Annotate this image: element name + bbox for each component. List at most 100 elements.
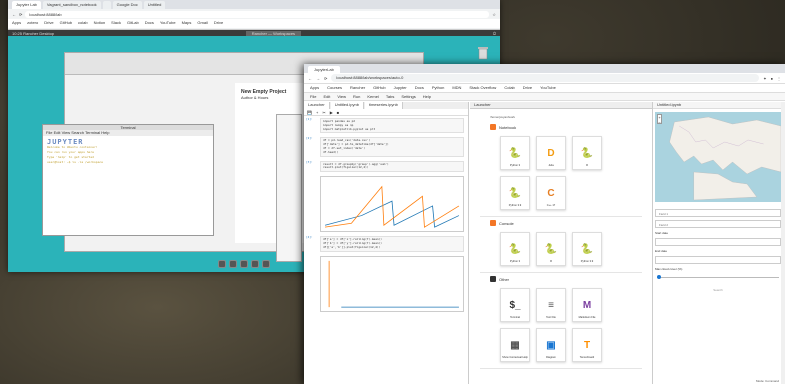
terminal-body[interactable]: JUPYTER Welcome to Ubuntu container! You … bbox=[43, 136, 213, 169]
menu-item-tabs[interactable]: Tabs bbox=[386, 94, 394, 99]
notebook-file-tab[interactable]: Untitled.ipynb bbox=[330, 102, 364, 109]
profile-icon[interactable]: ● bbox=[771, 76, 773, 81]
cell-code[interactable]: df['a'] = df['x'].rolling(7).mean() df['… bbox=[320, 236, 464, 252]
back-tab[interactable] bbox=[102, 1, 111, 9]
menu-item-view[interactable]: View bbox=[337, 94, 346, 99]
bookmark-item[interactable]: Rancher bbox=[350, 85, 365, 91]
notebook-file-tab[interactable]: timeseries.ipynb bbox=[364, 102, 403, 109]
bookmark-item[interactable]: Drive bbox=[523, 85, 532, 91]
back-bookmark[interactable]: Notion bbox=[94, 20, 106, 27]
notebook-cell[interactable]: [2]: df = pd.read_csv('data.csv') df['dat… bbox=[304, 135, 468, 158]
terminal-menu-item[interactable]: Search bbox=[71, 130, 85, 135]
terminal-menu-item[interactable]: Edit bbox=[54, 130, 62, 135]
url-input[interactable]: localhost:8888/lab/workspaces/auto-0 bbox=[331, 74, 760, 82]
launcher-card[interactable]: ▦ Show Contextual Help bbox=[500, 328, 530, 362]
back-arrow-icon[interactable]: ← bbox=[308, 76, 312, 81]
launcher-card[interactable]: 🐍 Python 3 bbox=[500, 232, 530, 266]
launcher-card[interactable]: 🐍 Python 3.9 bbox=[500, 176, 530, 210]
bookmark-item[interactable]: GitHub bbox=[373, 85, 385, 91]
launcher-card[interactable]: 🐍 R bbox=[572, 136, 602, 170]
back-bookmark[interactable]: Gmail bbox=[197, 20, 207, 27]
trash-icon[interactable] bbox=[478, 46, 488, 60]
launcher-card[interactable]: ≡ Text File bbox=[536, 288, 566, 322]
back-star-icon[interactable]: ☆ bbox=[492, 12, 496, 17]
back-reload-icon[interactable]: ⟳ bbox=[19, 12, 22, 17]
bookmark-item[interactable]: Docs bbox=[415, 85, 424, 91]
bookmark-item[interactable]: Python bbox=[432, 85, 444, 91]
back-bookmark[interactable]: GitLab bbox=[127, 20, 139, 27]
back-back-icon[interactable]: ← bbox=[12, 12, 16, 17]
start-date-input[interactable] bbox=[655, 238, 781, 246]
cell-code[interactable]: import pandas as pd import numpy as np i… bbox=[320, 118, 464, 134]
bookmark-item[interactable]: Jupyter bbox=[394, 85, 407, 91]
cell-code[interactable]: result = df.groupby('group').agg('sum') … bbox=[320, 160, 464, 173]
vnc-power-icon[interactable]: ⏻ bbox=[493, 31, 496, 36]
search-button[interactable]: Search bbox=[698, 287, 738, 294]
launcher-card[interactable]: T Tensorboard bbox=[572, 328, 602, 362]
back-bookmark[interactable]: colab bbox=[78, 20, 88, 27]
bookmark-item[interactable]: Apps bbox=[310, 85, 319, 91]
launcher-card[interactable]: $_ Terminal bbox=[500, 288, 530, 322]
notebook-file-tab[interactable]: Launcher bbox=[304, 102, 330, 109]
launcher-card[interactable]: D Julia bbox=[536, 136, 566, 170]
slider-knob[interactable] bbox=[657, 275, 661, 279]
terminal-menu-item[interactable]: Terminal bbox=[85, 130, 101, 135]
run-icon[interactable]: ▶ bbox=[330, 110, 333, 115]
back-bookmark[interactable]: Drive bbox=[44, 20, 53, 27]
notebook-cell[interactable]: [3]: result = df.groupby('group').agg('su… bbox=[304, 159, 468, 175]
cloud-cover-slider[interactable] bbox=[657, 275, 779, 279]
back-bookmark[interactable]: GitHub bbox=[60, 20, 72, 27]
launcher-card[interactable]: 🐍 Python 3.9 bbox=[572, 232, 602, 266]
map-view[interactable]: + − bbox=[655, 112, 781, 202]
dock-files-icon[interactable] bbox=[218, 260, 226, 268]
bookmark-item[interactable]: MDN bbox=[452, 85, 461, 91]
back-tab[interactable]: Vagrant_sandbox_notebook bbox=[42, 1, 101, 9]
menu-item-kernel[interactable]: Kernel bbox=[367, 94, 379, 99]
bookmark-item[interactable]: Stack Overflow bbox=[469, 85, 496, 91]
terminal-menu-item[interactable]: File bbox=[46, 130, 54, 135]
notebook-cell[interactable]: [4]: df['a'] = df['x'].rolling(7).mean() … bbox=[304, 234, 468, 253]
launcher-card[interactable]: 🐍 R bbox=[536, 232, 566, 266]
back-bookmark[interactable]: Docs bbox=[145, 20, 154, 27]
end-date-input[interactable] bbox=[655, 256, 781, 264]
forward-arrow-icon[interactable]: → bbox=[316, 76, 320, 81]
field-2-input[interactable]: Field 2 bbox=[655, 220, 781, 228]
map-panel-tab[interactable]: Untitled.ipynb bbox=[653, 102, 785, 109]
dock-apps-icon[interactable] bbox=[262, 260, 270, 268]
launcher-card[interactable]: C C++ 17 bbox=[536, 176, 566, 210]
dock-settings-icon[interactable] bbox=[251, 260, 259, 268]
menu-item-file[interactable]: File bbox=[310, 94, 316, 99]
dock-terminal-icon[interactable] bbox=[229, 260, 237, 268]
bookmark-item[interactable]: Colab bbox=[504, 85, 514, 91]
menu-item-settings[interactable]: Settings bbox=[401, 94, 415, 99]
cut-icon[interactable]: ✂ bbox=[322, 110, 325, 115]
extensions-icon[interactable]: ✦ bbox=[763, 76, 766, 81]
dock-browser-icon[interactable] bbox=[240, 260, 248, 268]
back-bookmark[interactable]: YouTube bbox=[160, 20, 176, 27]
stop-icon[interactable]: ■ bbox=[337, 110, 339, 115]
bookmark-item[interactable]: YouTube bbox=[540, 85, 556, 91]
back-bookmark[interactable]: Drive bbox=[214, 20, 223, 27]
field-1-input[interactable]: Field 1 bbox=[655, 209, 781, 217]
bookmark-item[interactable]: Courses bbox=[327, 85, 342, 91]
cell-code[interactable]: df = pd.read_csv('data.csv') df['date'] … bbox=[320, 137, 464, 157]
launcher-tab[interactable]: Launcher bbox=[470, 102, 652, 109]
save-icon[interactable]: 💾 bbox=[307, 110, 312, 115]
zoom-control[interactable]: + − bbox=[657, 114, 662, 125]
launcher-card[interactable]: ▣ Diagram bbox=[536, 328, 566, 362]
back-tab[interactable]: Jupyter Lab bbox=[12, 1, 41, 9]
front-tab[interactable]: JupyterLab bbox=[308, 66, 340, 73]
back-url-input[interactable]: localhost:8888/lab bbox=[25, 10, 490, 18]
add-cell-icon[interactable]: + bbox=[316, 110, 318, 115]
launcher-card[interactable]: 🐍 Python 3 bbox=[500, 136, 530, 170]
back-bookmark[interactable]: Maps bbox=[182, 20, 192, 27]
menu-item-edit[interactable]: Edit bbox=[323, 94, 330, 99]
back-bookmark[interactable]: Apps bbox=[12, 20, 21, 27]
back-tab[interactable]: Google Doc bbox=[112, 1, 142, 9]
launcher-card[interactable]: M Markdown File bbox=[572, 288, 602, 322]
menu-kebab-icon[interactable]: ⋮ bbox=[777, 76, 781, 81]
back-bookmark[interactable]: Slack bbox=[111, 20, 121, 27]
terminal-menu-item[interactable]: View bbox=[62, 130, 72, 135]
notebook-cell[interactable]: [1]: import pandas as pd import numpy as … bbox=[304, 116, 468, 135]
menu-item-run[interactable]: Run bbox=[353, 94, 360, 99]
